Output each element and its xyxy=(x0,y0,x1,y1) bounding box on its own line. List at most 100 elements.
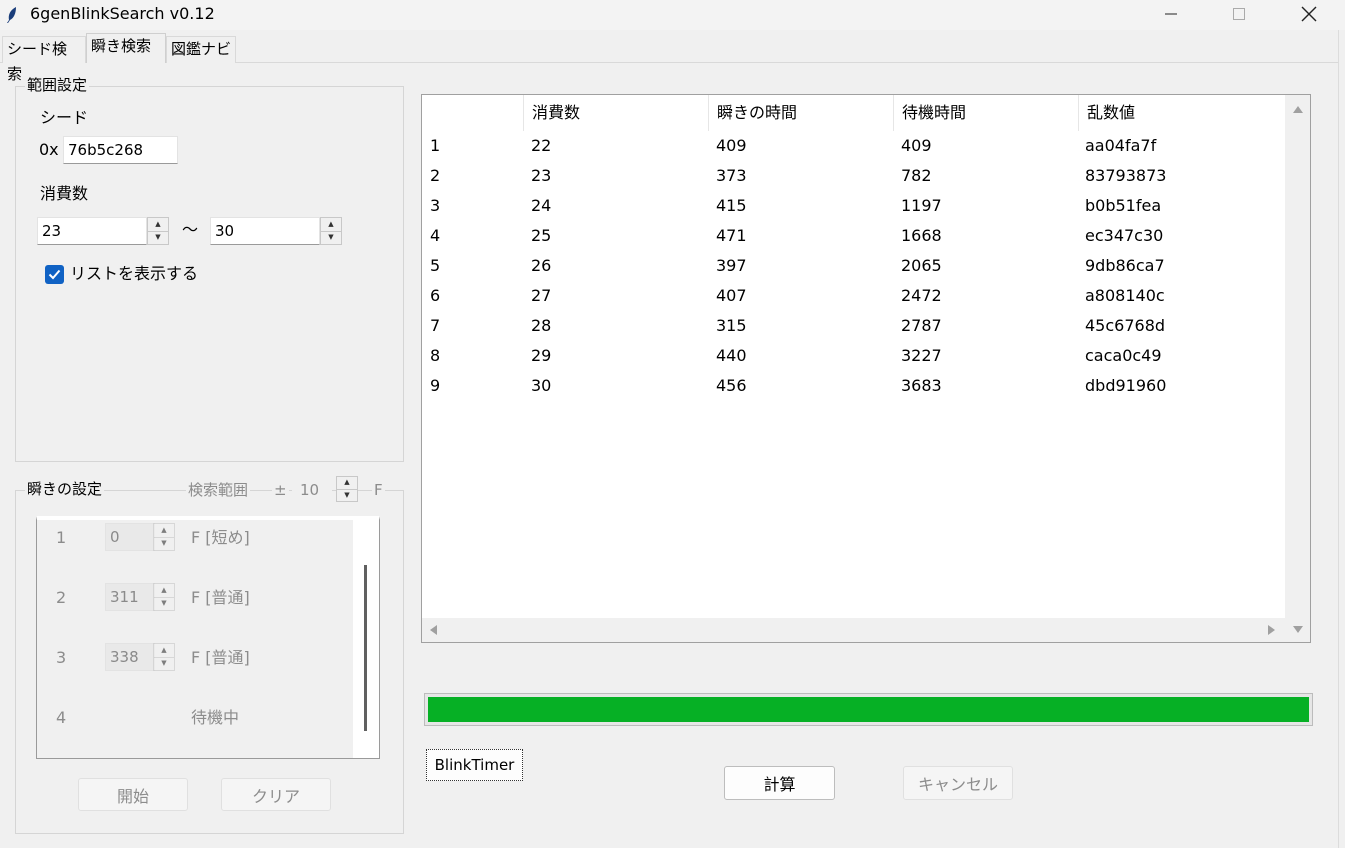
wait-time-cell: 409 xyxy=(901,136,932,155)
caret-up-icon[interactable]: ▲ xyxy=(321,218,341,231)
caret-up-icon[interactable]: ▲ xyxy=(154,644,174,657)
blink-row-index: 2 xyxy=(56,588,67,607)
blink-row-input[interactable]: 338 xyxy=(105,643,155,671)
show-list-checkbox[interactable] xyxy=(45,265,64,284)
search-range-stepper[interactable]: ▲ ▼ xyxy=(336,476,358,502)
wait-time-cell: 2787 xyxy=(901,316,942,335)
blink-time-cell: 407 xyxy=(716,286,747,305)
blink-row-stepper[interactable]: ▲ ▼ xyxy=(153,583,175,611)
arrow-up-icon[interactable] xyxy=(1292,104,1304,114)
consumption-cell: 26 xyxy=(531,256,552,275)
table-row[interactable]: 2 23 373 782 83793873 xyxy=(422,161,1285,191)
close-button[interactable] xyxy=(1286,0,1332,28)
random-value-cell: aa04fa7f xyxy=(1085,136,1157,155)
blink-time-cell: 409 xyxy=(716,136,747,155)
consumption-min-input[interactable]: 23 xyxy=(37,217,147,245)
table-row[interactable]: 1 22 409 409 aa04fa7f xyxy=(422,131,1285,161)
consumption-max-stepper[interactable]: ▲ ▼ xyxy=(320,217,342,245)
row-index-cell: 8 xyxy=(430,346,441,365)
column-header-consumption[interactable]: 消費数 xyxy=(523,95,708,131)
arrow-left-icon[interactable] xyxy=(428,624,438,636)
arrow-down-icon[interactable] xyxy=(1292,625,1304,635)
clear-button[interactable]: クリア xyxy=(221,778,331,811)
blink-row-input[interactable]: 311 xyxy=(105,583,155,611)
wait-time-cell: 2065 xyxy=(901,256,942,275)
maximize-icon xyxy=(1233,8,1245,20)
blink-time-cell: 456 xyxy=(716,376,747,395)
blink-row-stepper[interactable]: ▲ ▼ xyxy=(153,643,175,671)
random-value-cell: a808140c xyxy=(1085,286,1165,305)
wait-time-cell: 3227 xyxy=(901,346,942,365)
table-row[interactable]: 6 27 407 2472 a808140c xyxy=(422,281,1285,311)
tab-blink-search[interactable]: 瞬き検索 xyxy=(86,33,166,63)
column-header-index[interactable] xyxy=(422,95,523,131)
table-row[interactable]: 9 30 456 3683 dbd91960 xyxy=(422,371,1285,401)
caret-down-icon[interactable]: ▼ xyxy=(321,230,341,245)
blink-list-scroll-thumb[interactable] xyxy=(364,565,367,731)
column-header-random-value[interactable]: 乱数値 xyxy=(1078,95,1285,131)
range-settings-title: 範囲設定 xyxy=(25,75,90,95)
blink-row-type: F [短め] xyxy=(191,528,250,547)
checkmark-icon xyxy=(48,269,61,280)
caret-down-icon[interactable]: ▼ xyxy=(148,230,168,245)
blink-row-index: 1 xyxy=(56,528,67,547)
consumption-cell: 29 xyxy=(531,346,552,365)
vertical-scrollbar[interactable] xyxy=(1285,95,1310,642)
caret-up-icon[interactable]: ▲ xyxy=(148,218,168,231)
row-index-cell: 4 xyxy=(430,226,441,245)
caret-up-icon[interactable]: ▲ xyxy=(154,584,174,597)
seed-label: シード xyxy=(40,108,89,127)
start-button[interactable]: 開始 xyxy=(78,778,188,811)
caret-down-icon[interactable]: ▼ xyxy=(337,488,357,502)
consumption-cell: 27 xyxy=(531,286,552,305)
random-value-cell: ec347c30 xyxy=(1085,226,1164,245)
show-list-label[interactable]: リストを表示する xyxy=(70,264,198,284)
results-table[interactable]: 消費数 瞬きの時間 待機時間 乱数値 1 22 409 409 aa04fa7f 2 23 3… xyxy=(421,94,1311,643)
maximize-button[interactable] xyxy=(1216,0,1262,28)
blink-row-index: 3 xyxy=(56,648,67,667)
search-range-input[interactable]: 10 xyxy=(292,480,332,500)
consumption-cell: 23 xyxy=(531,166,552,185)
blink-row-type: 待機中 xyxy=(191,708,240,727)
column-header-wait-time[interactable]: 待機時間 xyxy=(893,95,1078,131)
caret-down-icon[interactable]: ▼ xyxy=(154,596,174,611)
blink-row-input[interactable]: 0 xyxy=(105,523,155,551)
table-row[interactable]: 8 29 440 3227 caca0c49 xyxy=(422,341,1285,371)
consumption-min-stepper[interactable]: ▲ ▼ xyxy=(147,217,169,245)
row-index-cell: 3 xyxy=(430,196,441,215)
tab-pokedex-navi[interactable]: 図鑑ナビ xyxy=(166,36,236,63)
arrow-right-icon[interactable] xyxy=(1267,624,1277,636)
blink-time-cell: 397 xyxy=(716,256,747,275)
consumption-label: 消費数 xyxy=(40,184,89,203)
minimize-button[interactable] xyxy=(1148,0,1194,28)
blink-settings-title: 瞬きの設定 xyxy=(25,479,105,499)
seed-input[interactable]: 76b5c268 xyxy=(63,136,178,164)
column-header-blink-time[interactable]: 瞬きの時間 xyxy=(708,95,893,131)
progress-bar-fill xyxy=(428,697,1309,722)
plus-minus-label: ± xyxy=(272,480,289,500)
random-value-cell: 45c6768d xyxy=(1085,316,1166,335)
feather-icon xyxy=(6,6,18,24)
calculate-button[interactable]: 計算 xyxy=(724,766,835,800)
window-edge xyxy=(1338,30,1345,848)
consumption-max-input[interactable]: 30 xyxy=(210,217,320,245)
table-row[interactable]: 4 25 471 1668 ec347c30 xyxy=(422,221,1285,251)
blink-timer-button[interactable]: BlinkTimer xyxy=(426,749,523,781)
row-index-cell: 2 xyxy=(430,166,441,185)
consumption-cell: 22 xyxy=(531,136,552,155)
blink-time-cell: 373 xyxy=(716,166,747,185)
caret-down-icon[interactable]: ▼ xyxy=(154,536,174,551)
table-row[interactable]: 5 26 397 2065 9db86ca7 xyxy=(422,251,1285,281)
row-index-cell: 1 xyxy=(430,136,441,155)
table-row[interactable]: 3 24 415 1197 b0b51fea xyxy=(422,191,1285,221)
caret-up-icon[interactable]: ▲ xyxy=(337,477,357,489)
tab-seed-search[interactable]: シード検索 xyxy=(2,36,86,83)
blink-row-type: F [普通] xyxy=(191,648,250,667)
wait-time-cell: 2472 xyxy=(901,286,942,305)
table-row[interactable]: 7 28 315 2787 45c6768d xyxy=(422,311,1285,341)
caret-up-icon[interactable]: ▲ xyxy=(154,524,174,537)
horizontal-scrollbar[interactable] xyxy=(422,618,1285,642)
blink-row-stepper[interactable]: ▲ ▼ xyxy=(153,523,175,551)
caret-down-icon[interactable]: ▼ xyxy=(154,656,174,671)
cancel-button[interactable]: キャンセル xyxy=(903,766,1013,800)
